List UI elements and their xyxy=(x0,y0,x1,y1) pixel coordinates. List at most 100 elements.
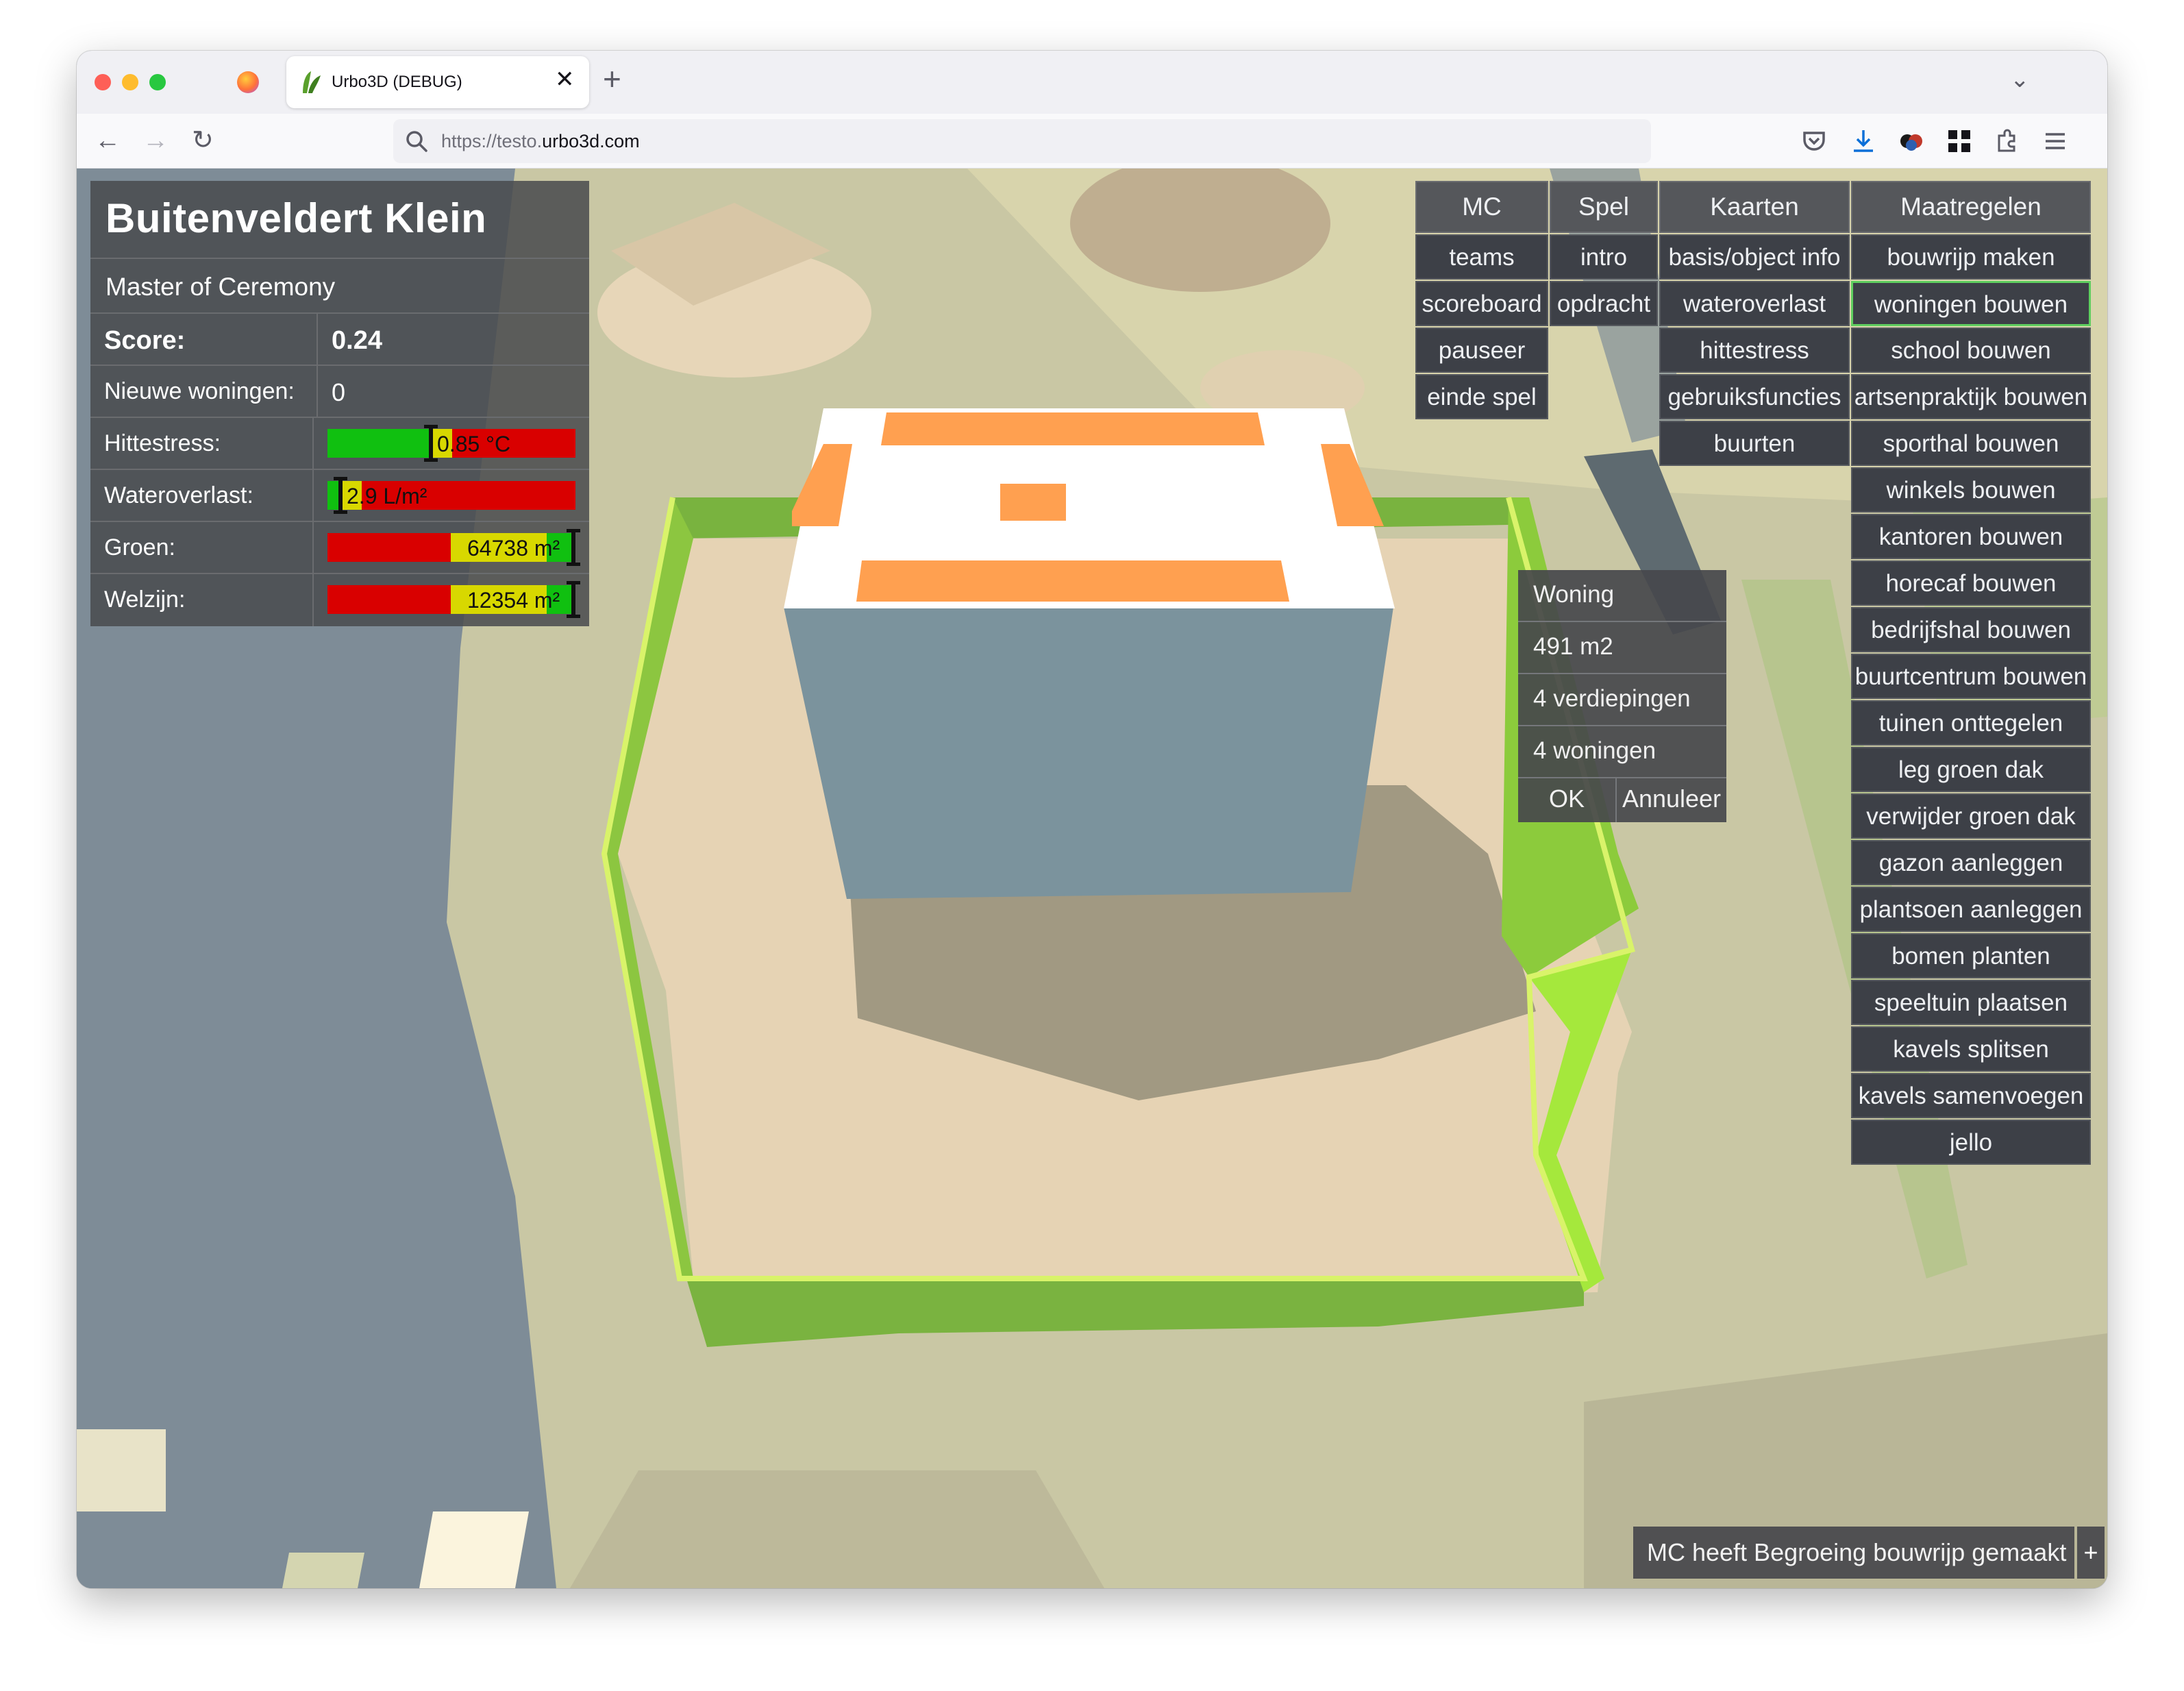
extensions-grid-icon[interactable] xyxy=(1944,126,1974,156)
welfare-label: Welzijn: xyxy=(90,574,314,626)
menu-item-kavels-splitsen[interactable]: kavels splitsen xyxy=(1851,1026,2091,1072)
water-good-segment xyxy=(327,481,338,510)
menu-item-tuinen-onttegelen[interactable]: tuinen onttegelen xyxy=(1851,700,2091,745)
dialog-area: 491 m2 xyxy=(1518,622,1726,674)
green-row: Groen: 64738 m² xyxy=(90,522,589,574)
new-homes-row: Nieuwe woningen: 0 xyxy=(90,366,589,418)
green-cell: 64738 m² xyxy=(314,522,589,573)
roof-panel xyxy=(856,560,1289,602)
water-row: Wateroverlast: 2.9 L/m² xyxy=(90,470,589,522)
extension-puzzle-icon[interactable] xyxy=(1992,126,2022,156)
menu-item-kavels-samenvoegen[interactable]: kavels samenvoegen xyxy=(1851,1073,2091,1118)
search-icon xyxy=(406,131,427,152)
urbo3d-leaf-icon xyxy=(303,71,321,93)
menu-item-woningen-bouwen[interactable]: woningen bouwen xyxy=(1851,281,2091,326)
navigation-bar: ← → ↻ https://testo.urbo3d.com xyxy=(77,114,2107,169)
menu-item-horecaf-bouwen[interactable]: horecaf bouwen xyxy=(1851,560,2091,606)
tab-urbo3d[interactable]: Urbo3D (DEBUG) ✕ xyxy=(286,56,589,108)
menu-item-winkels-bouwen[interactable]: winkels bouwen xyxy=(1851,467,2091,513)
menu-item-bedrijfshal-bouwen[interactable]: bedrijfshal bouwen xyxy=(1851,607,2091,652)
menu-item-pauseer[interactable]: pauseer xyxy=(1415,328,1548,373)
menu-item-plantsoen-aanleggen[interactable]: plantsoen aanleggen xyxy=(1851,887,2091,932)
menu-item-artsenpraktijk-bouwen[interactable]: artsenpraktijk bouwen xyxy=(1851,374,2091,419)
app-menu-icon[interactable] xyxy=(2040,126,2070,156)
zoom-window-button[interactable] xyxy=(149,74,166,90)
url-scheme: https://testo. xyxy=(441,131,543,151)
green-label: Groen: xyxy=(90,522,314,573)
tab-bar: Urbo3D (DEBUG) ✕ + ⌄ xyxy=(77,51,2107,114)
menu-item-verwijder-groen-dak[interactable]: verwijder groen dak xyxy=(1851,793,2091,839)
water-marker xyxy=(334,477,347,514)
welfare-marker xyxy=(567,581,580,618)
welfare-value: 12354 m² xyxy=(467,588,560,613)
dialog-title: Woning xyxy=(1518,570,1726,622)
heat-stress-bar: 0.85 °C xyxy=(327,425,575,462)
url-text[interactable]: https://testo.urbo3d.com xyxy=(441,131,640,152)
menu-item-gazon-aanleggen[interactable]: gazon aanleggen xyxy=(1851,840,2091,885)
welfare-row: Welzijn: 12354 m² xyxy=(90,574,589,626)
building-dialog: Woning 491 m2 4 verdiepingen 4 woningen … xyxy=(1518,570,1726,822)
tab-title: Urbo3D (DEBUG) xyxy=(332,73,462,91)
game-viewport[interactable]: Buitenveldert Klein Master of Ceremony S… xyxy=(77,169,2107,1588)
score-row: Score: 0.24 xyxy=(90,314,589,366)
menu-item-wateroverlast[interactable]: wateroverlast xyxy=(1659,281,1850,326)
heat-stress-row: Hittestress: 0.85 °C xyxy=(90,418,589,470)
scenario-title: Buitenveldert Klein xyxy=(90,181,589,259)
green-value: 64738 m² xyxy=(467,536,560,560)
menu-item-hittestress[interactable]: hittestress xyxy=(1659,328,1850,373)
menu-item-sporthal-bouwen[interactable]: sporthal bouwen xyxy=(1851,421,2091,466)
menu-item-school-bouwen[interactable]: school bouwen xyxy=(1851,328,2091,373)
menu-item-intro[interactable]: intro xyxy=(1550,234,1658,280)
menu-item-basis-object-info[interactable]: basis/object info xyxy=(1659,234,1850,280)
menu-item-bouwrijp-maken[interactable]: bouwrijp maken xyxy=(1851,234,2091,280)
menu-header-maatregelen[interactable]: Maatregelen xyxy=(1851,181,2091,233)
close-window-button[interactable] xyxy=(95,74,111,90)
reload-button[interactable]: ↻ xyxy=(192,123,214,158)
map-building-footprint xyxy=(419,1511,529,1588)
menu-item-kantoren-bouwen[interactable]: kantoren bouwen xyxy=(1851,514,2091,559)
dialog-floors[interactable]: 4 verdiepingen xyxy=(1518,674,1726,726)
menu-item-scoreboard[interactable]: scoreboard xyxy=(1415,281,1548,326)
menu-item-bomen-planten[interactable]: bomen planten xyxy=(1851,933,2091,978)
menu-item-einde-spel[interactable]: einde spel xyxy=(1415,374,1548,419)
cancel-button[interactable]: Annuleer xyxy=(1617,778,1726,822)
menu-item-buurtcentrum-bouwen[interactable]: buurtcentrum bouwen xyxy=(1851,654,2091,699)
menu-header-spel[interactable]: Spel xyxy=(1550,181,1658,233)
menu-item-leg-groen-dak[interactable]: leg groen dak xyxy=(1851,747,2091,792)
ok-button[interactable]: OK xyxy=(1518,778,1617,822)
back-button[interactable]: ← xyxy=(95,123,121,158)
heat-stress-good-segment xyxy=(327,429,430,458)
url-bar[interactable]: https://testo.urbo3d.com xyxy=(393,119,1651,163)
minimize-window-button[interactable] xyxy=(122,74,138,90)
building-walls xyxy=(784,607,1393,899)
expand-notifications-button[interactable]: + xyxy=(2077,1527,2105,1579)
forward-button[interactable]: → xyxy=(142,123,169,158)
water-label: Wateroverlast: xyxy=(90,470,314,521)
water-cell: 2.9 L/m² xyxy=(314,470,589,521)
firefox-view-icon[interactable] xyxy=(237,71,259,93)
heat-stress-label: Hittestress: xyxy=(90,418,314,469)
green-bar: 64738 m² xyxy=(327,529,580,566)
list-all-tabs-icon[interactable]: ⌄ xyxy=(2010,66,2030,93)
pocket-icon[interactable] xyxy=(1799,126,1829,156)
menu-item-opdracht[interactable]: opdracht xyxy=(1550,281,1658,326)
heat-stress-cell: 0.85 °C xyxy=(314,418,589,469)
menu-item-jello[interactable]: jello xyxy=(1851,1120,2091,1165)
tab-close-icon[interactable]: ✕ xyxy=(555,66,575,93)
dialog-homes[interactable]: 4 woningen xyxy=(1518,726,1726,778)
menu-header-mc[interactable]: MC xyxy=(1415,181,1548,233)
menu-item-buurten[interactable]: buurten xyxy=(1659,421,1850,466)
heat-stress-value: 0.85 °C xyxy=(437,432,511,456)
menu-item-teams[interactable]: teams xyxy=(1415,234,1548,280)
welfare-cell: 12354 m² xyxy=(314,574,589,626)
welfare-bar: 12354 m² xyxy=(327,581,580,618)
menu-item-speeltuin-plaatsen[interactable]: speeltuin plaatsen xyxy=(1851,980,2091,1025)
heat-stress-marker xyxy=(424,425,438,462)
event-notification: MC heeft Begroeing bouwrijp gemaakt xyxy=(1633,1527,2074,1579)
downloads-icon[interactable] xyxy=(1848,126,1878,156)
new-tab-button[interactable]: + xyxy=(603,60,621,97)
account-avatar-icon[interactable] xyxy=(1896,126,1926,156)
menu-header-kaarten[interactable]: Kaarten xyxy=(1659,181,1850,233)
menu-item-gebruiksfuncties[interactable]: gebruiksfuncties xyxy=(1659,374,1850,419)
new-homes-label: Nieuwe woningen: xyxy=(90,366,318,417)
